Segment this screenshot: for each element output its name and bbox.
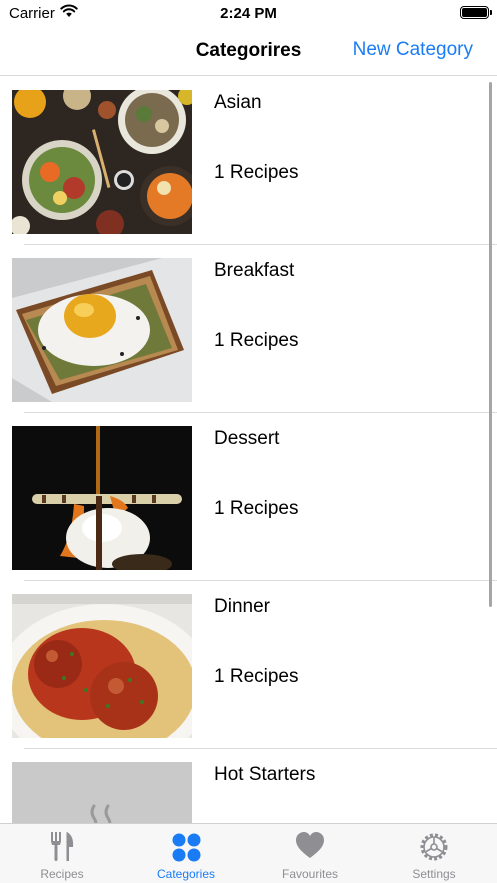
- placeholder-image: [12, 762, 192, 823]
- category-list[interactable]: Asian 1 Recipes Breakfast 1 Recipes Dess…: [0, 77, 497, 823]
- category-row-dessert[interactable]: Dessert 1 Recipes: [0, 413, 497, 581]
- category-name: Hot Starters: [214, 764, 316, 785]
- recipe-count: 1 Recipes: [214, 666, 299, 687]
- page-title: Categorires: [195, 40, 302, 61]
- heart-icon: [296, 832, 324, 858]
- meatball-pasta-photo: [12, 594, 192, 738]
- new-category-button[interactable]: New Category: [353, 39, 473, 61]
- gear-icon: [420, 833, 448, 861]
- tab-recipes[interactable]: Recipes: [0, 824, 124, 883]
- tab-bar: Recipes Categories Favourites Settings: [0, 823, 497, 883]
- tab-favourites[interactable]: Favourites: [248, 824, 372, 883]
- fork-knife-icon: [51, 832, 74, 861]
- category-row-asian[interactable]: Asian 1 Recipes: [0, 77, 497, 245]
- category-row-hot-starters[interactable]: Hot Starters: [0, 749, 497, 823]
- category-row-dinner[interactable]: Dinner 1 Recipes: [0, 581, 497, 749]
- category-name: Dessert: [214, 428, 280, 449]
- category-name: Breakfast: [214, 260, 295, 281]
- tab-label: Recipes: [40, 867, 84, 881]
- tab-label: Categories: [156, 867, 216, 881]
- asian-food-photo: [12, 90, 192, 234]
- category-name: Dinner: [214, 596, 270, 617]
- tab-label: Favourites: [281, 867, 339, 881]
- tab-categories[interactable]: Categories: [124, 824, 248, 883]
- category-name: Asian: [214, 92, 262, 113]
- recipe-count: 1 Recipes: [214, 162, 299, 183]
- status-bar: Carrier 2:24 PM: [0, 0, 497, 26]
- navigation-bar: Categorires New Category: [0, 26, 497, 76]
- scroll-indicator[interactable]: [489, 82, 492, 607]
- placeholder-steam-icon: [12, 762, 192, 823]
- recipe-count: 1 Recipes: [214, 330, 299, 351]
- category-row-breakfast[interactable]: Breakfast 1 Recipes: [0, 245, 497, 413]
- grid-dots-icon: [172, 833, 201, 862]
- status-time: 2:24 PM: [220, 5, 277, 22]
- ice-cream-dessert-photo: [12, 426, 192, 570]
- recipe-count: 1 Recipes: [214, 498, 299, 519]
- battery-icon: [460, 6, 492, 19]
- tab-label: Settings: [412, 867, 456, 881]
- tab-settings[interactable]: Settings: [372, 824, 496, 883]
- egg-toast-photo: [12, 258, 192, 402]
